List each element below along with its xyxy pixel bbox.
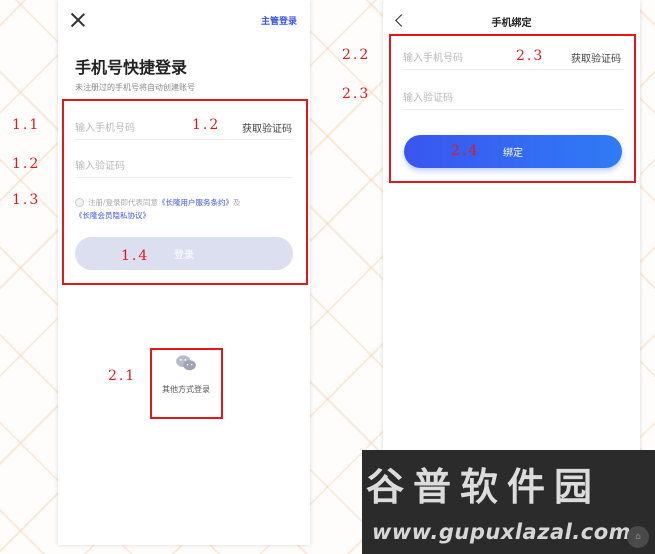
- marker-1-2: 1.2: [192, 117, 221, 133]
- marker-1-1: 1.1: [12, 117, 41, 133]
- annotation-box-1: [62, 99, 308, 285]
- page-title: 手机号快捷登录: [75, 58, 188, 77]
- page-title: 手机绑定: [491, 18, 532, 29]
- watermark: 谷普软件园 www.gupuxlazal.com ⌂: [362, 450, 655, 554]
- badge-icon: ⌂: [627, 526, 649, 548]
- marker-2-3: 2.3: [516, 48, 545, 64]
- marker-1-2-left: 1.2: [12, 156, 41, 172]
- watermark-url: www.gupuxlazal.com: [372, 520, 632, 544]
- watermark-cn: 谷普软件园: [366, 465, 602, 509]
- marker-1-3: 1.3: [12, 192, 41, 208]
- marker-2-2: 2.2: [342, 47, 371, 63]
- marker-2-1: 2.1: [108, 368, 137, 384]
- marker-1-4: 1.4: [121, 248, 150, 264]
- marker-2-3-left: 2.3: [342, 86, 371, 102]
- marker-2-4: 2.4: [451, 143, 480, 159]
- annotation-box-2: [389, 34, 636, 183]
- close-icon[interactable]: [70, 12, 86, 28]
- annotation-box-2-1: [150, 348, 223, 419]
- manager-login-link[interactable]: 主管登录: [261, 14, 297, 27]
- page-subtitle: 未注册过的手机号将自动创建账号: [75, 83, 195, 92]
